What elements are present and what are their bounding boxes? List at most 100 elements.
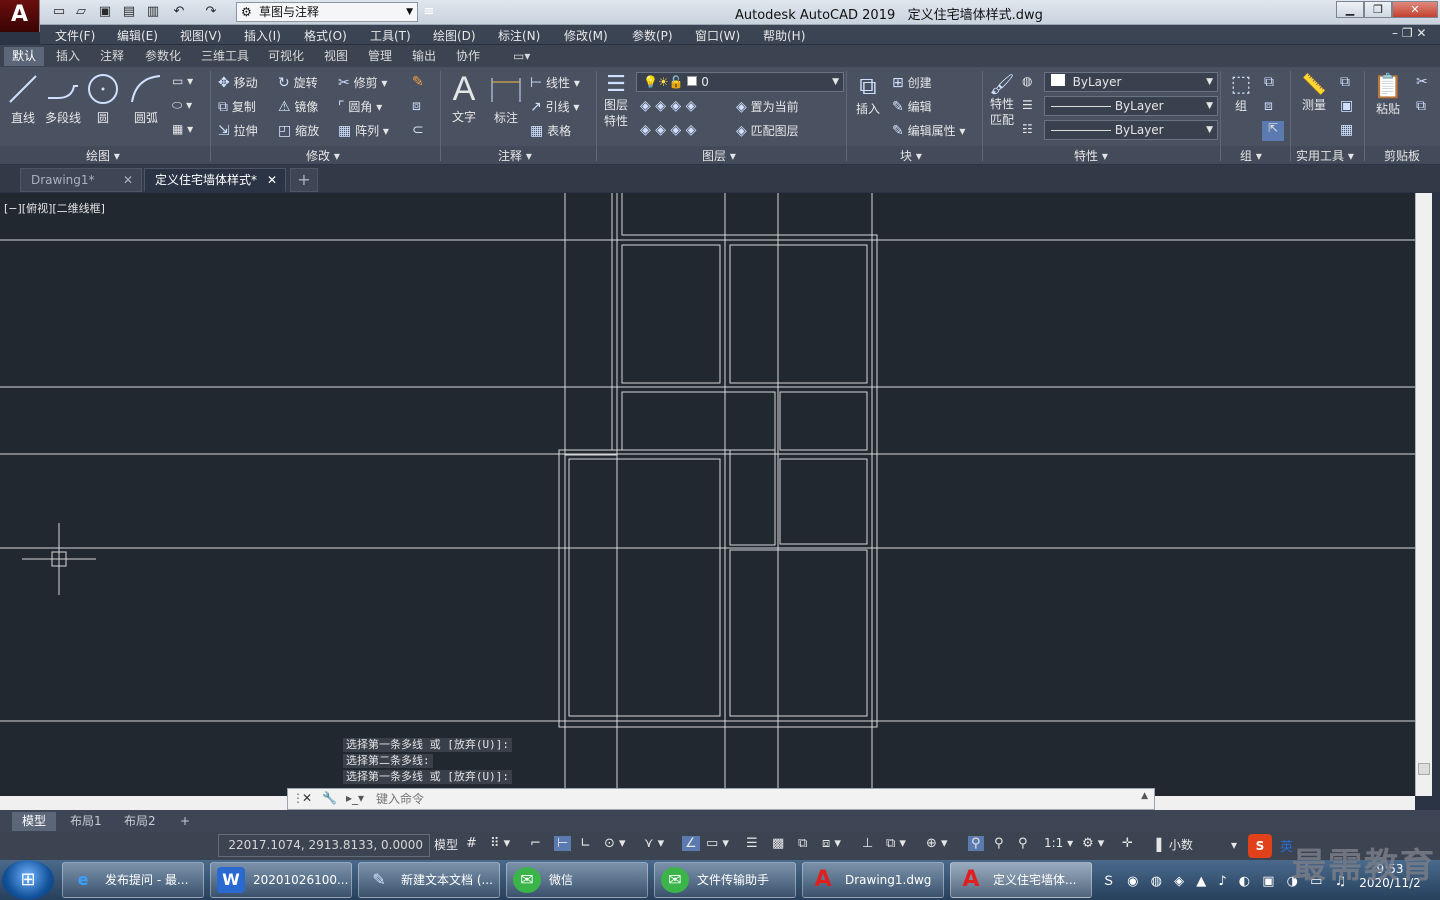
tab-3d-tools[interactable]: 三维工具 [193, 47, 257, 66]
group-edit-icon[interactable]: ⧈ [1264, 98, 1273, 114]
menu-tools[interactable]: 工具(T) [370, 27, 411, 44]
copy-tool[interactable]: ⧉ 复制 [218, 98, 256, 115]
erase-icon[interactable]: ✎ [412, 74, 424, 90]
mirror-tool[interactable]: ⚠ 镜像 [278, 98, 318, 115]
snap-icon[interactable]: ⠿ ▾ [490, 836, 510, 851]
stretch-tool[interactable]: ⇲ 拉伸 [218, 122, 258, 139]
edit-attribute-tool[interactable]: ✎ 编辑属性 ▾ [892, 122, 965, 139]
save-as-icon[interactable]: ▤ [120, 3, 138, 21]
object-snap-icon[interactable]: ▭ ▾ [706, 836, 729, 851]
open-icon[interactable]: ▱ [72, 3, 90, 21]
scale-tool[interactable]: ◰ 缩放 [278, 122, 319, 139]
ribbon-toggle-icon[interactable]: ▭▾ [505, 47, 538, 66]
workspace-dropdown[interactable]: ⚙ 草图与注释 ▼ [236, 2, 418, 22]
line-tool[interactable]: 直线 [6, 72, 40, 126]
tab-parametric[interactable]: 参数化 [137, 47, 189, 66]
dynamic-ucs-icon[interactable]: ⊥ [862, 836, 873, 851]
menu-view[interactable]: 视图(V) [180, 27, 222, 44]
menu-dimension[interactable]: 标注(N) [498, 27, 540, 44]
3d-osnap-icon[interactable]: ⧈ ▾ [822, 836, 841, 851]
array-tool[interactable]: ▦ 阵列 ▾ [338, 122, 389, 139]
dimension-tool[interactable]: 标注 [488, 72, 524, 126]
isometric-icon[interactable]: ⋎ ▾ [644, 836, 664, 851]
polar-tracking-icon[interactable]: ⊙ ▾ [604, 836, 626, 851]
command-input[interactable] [376, 791, 1136, 807]
trim-tool[interactable]: ✂ 修剪 ▾ [338, 74, 387, 91]
layer-properties-tool[interactable]: ☰ 图层 特性 [600, 72, 632, 129]
tab-output[interactable]: 输出 [404, 47, 444, 66]
group-tool[interactable]: ⬚ 组 [1224, 72, 1258, 114]
linetype-dropdown[interactable]: ByLayer ▼ [1044, 96, 1218, 116]
print-icon[interactable]: ▥ [144, 3, 162, 21]
tab-visualize[interactable]: 可视化 [260, 47, 312, 66]
annotation-monitor-icon[interactable]: ✛ [1122, 836, 1133, 851]
tab-insert[interactable]: 插入 [48, 47, 88, 66]
taskbar-item-wechat[interactable]: ✉ 微信 [506, 862, 648, 898]
doc-tab-active[interactable]: 定义住宅墙体样式* ✕ [144, 168, 286, 192]
object-snap-tracking-icon[interactable]: ∠ [682, 836, 700, 851]
add-layout-button[interactable]: + [170, 812, 200, 831]
select-all-icon[interactable]: ▣ [1340, 98, 1353, 114]
leader-tool[interactable]: ↗ 引线 ▾ [530, 98, 579, 115]
command-prompt-icon[interactable]: ▸_▾ [346, 791, 364, 805]
tab-model[interactable]: 模型 [12, 812, 57, 831]
redo-icon[interactable]: ↷ [202, 3, 220, 21]
chevron-up-icon[interactable]: ▲ [1141, 791, 1148, 801]
circle-tool[interactable]: 圆 [86, 72, 120, 126]
menu-insert[interactable]: 插入(I) [244, 27, 281, 44]
application-menu-button[interactable]: A [0, 0, 40, 32]
sogou-ime-icon[interactable]: S [1248, 834, 1272, 858]
workspace-switch-icon[interactable]: ⚙ ▾ [1082, 836, 1104, 851]
quick-select-icon[interactable]: ⧉ [1340, 74, 1350, 90]
panel-annotation-label[interactable]: 注释 ▾ [498, 147, 532, 164]
tab-annotate[interactable]: 注释 [92, 47, 132, 66]
panel-utilities-label[interactable]: 实用工具 ▾ [1296, 147, 1354, 164]
annotation-scale-dropdown[interactable]: 1:1 ▾ [1044, 836, 1073, 850]
lineweight-toggle-icon[interactable]: ☰ [746, 836, 758, 851]
edit-block-tool[interactable]: ✎ 编辑 [892, 98, 932, 115]
new-icon[interactable]: ▭ [50, 3, 68, 21]
menu-edit[interactable]: 编辑(E) [117, 27, 158, 44]
menu-modify[interactable]: 修改(M) [564, 27, 608, 44]
taskbar-item-active-drawing[interactable]: A 定义住宅墙体... [950, 862, 1092, 898]
set-current-tool[interactable]: ◈ 置为当前 [736, 98, 799, 115]
close-icon[interactable]: ✕ [302, 791, 312, 805]
taskbar-item-drawing1[interactable]: A Drawing1.dwg [802, 862, 944, 898]
lineweight-dropdown[interactable]: ByLayer ▼ [1044, 120, 1218, 140]
drawing-canvas[interactable] [0, 193, 1415, 796]
selection-cycling-icon[interactable]: ⧉ [798, 836, 807, 851]
boundary-icon[interactable]: ▦ ▾ [172, 122, 193, 136]
qa-customize-icon[interactable]: ≡ [420, 3, 438, 21]
menu-parametric[interactable]: 参数(P) [632, 27, 673, 44]
polyline-tool[interactable]: 多段线 [44, 72, 82, 126]
offset-icon[interactable]: ⊂ [412, 122, 424, 138]
save-icon[interactable]: ▣ [96, 3, 114, 21]
annotation-visibility-icon[interactable]: ⚲ [968, 836, 984, 851]
hatch-icon[interactable]: ⬭ ▾ [172, 98, 192, 113]
copy-clip-icon[interactable]: ⧉ [1416, 98, 1426, 114]
transparency-icon[interactable]: ▩ [772, 836, 784, 851]
insert-block-tool[interactable]: ⧉ 插入 [850, 72, 886, 117]
grid-icon[interactable]: # [466, 836, 477, 851]
menu-file[interactable]: 文件(F) [55, 27, 95, 44]
move-tool[interactable]: ✥ 移动 [218, 74, 258, 91]
tab-manage[interactable]: 管理 [360, 47, 400, 66]
taskbar-item-doc[interactable]: W 20201026100... [210, 862, 352, 898]
calculator-icon[interactable]: ▦ [1340, 122, 1353, 138]
auto-scale-icon[interactable]: ⚲ [994, 836, 1004, 851]
coordinate-readout[interactable]: 22017.1074, 2913.8133, 0.0000 [218, 834, 430, 857]
panel-layers-label[interactable]: 图层 ▾ [702, 147, 736, 164]
rotate-tool[interactable]: ↻ 旋转 [278, 74, 318, 91]
match-properties-tool[interactable]: 🖌 特性 匹配 [986, 72, 1018, 128]
tab-layout2[interactable]: 布局2 [114, 812, 166, 831]
fillet-tool[interactable]: ⌜ 圆角 ▾ [338, 98, 382, 115]
selection-filter-icon[interactable]: ⧉ ▾ [886, 836, 906, 851]
menu-window[interactable]: 窗口(W) [695, 27, 740, 44]
layer-dropdown[interactable]: 💡☀🔓 0 ▼ [636, 72, 844, 92]
panel-group-label[interactable]: 组 ▾ [1240, 147, 1262, 164]
gizmo-icon[interactable]: ⊕ ▾ [926, 836, 948, 851]
menu-help[interactable]: 帮助(H) [763, 27, 805, 44]
wrench-icon[interactable]: 🔧 [322, 791, 337, 805]
start-button[interactable]: ⊞ [2, 860, 54, 900]
tab-view[interactable]: 视图 [316, 47, 356, 66]
